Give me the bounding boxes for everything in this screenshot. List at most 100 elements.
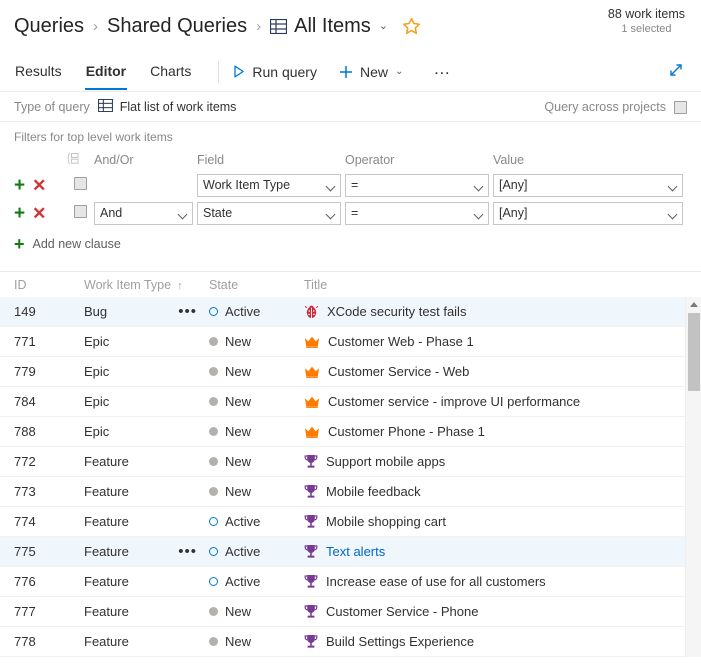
tab-results[interactable]: Results [14,53,63,90]
add-clause-icon[interactable]: + [14,204,25,223]
work-item-title-link[interactable]: Customer Phone - Phase 1 [328,424,485,439]
filter-operator-dropdown[interactable]: = [345,202,489,225]
cell-state: New [209,634,304,649]
new-label: New [359,63,388,80]
table-row[interactable]: 778 Feature New Build Settings Experience [0,627,701,657]
row-context-menu-button[interactable]: ••• [178,304,197,319]
favorite-star-icon[interactable] [402,16,422,36]
play-triangle-icon [233,65,245,78]
delete-clause-icon[interactable]: ✕ [32,177,46,194]
tab-editor[interactable]: Editor [84,53,128,90]
run-query-button[interactable]: Run query [233,64,317,80]
cell-id: 774 [14,514,36,529]
filter-row-actions: + ✕ [14,200,66,228]
filter-row-checkbox[interactable] [74,204,87,218]
work-item-title-link[interactable]: Mobile shopping cart [326,514,446,529]
results-grid-header: ID Work Item Type ↑ State Title [0,272,701,297]
table-row[interactable]: 777 Feature New Customer Service - Phone [0,597,701,627]
filter-row-group-cell [66,172,94,200]
cell-work-item-type-label: Epic [84,334,110,349]
scrollbar-thumb[interactable] [688,313,700,391]
state-indicator-icon [209,307,218,316]
work-item-title-link[interactable]: Support mobile apps [326,454,445,469]
new-work-item-button[interactable]: New ⌄ [339,64,403,80]
state-indicator-icon [209,337,218,346]
trophy-icon [304,634,318,649]
work-item-title-link[interactable]: Increase ease of use for all customers [326,574,546,589]
column-header-work-item-type[interactable]: Work Item Type ↑ [84,278,209,292]
crown-icon [304,395,320,409]
filter-field-dropdown[interactable]: Work Item Type [197,174,341,197]
work-item-title-link[interactable]: Text alerts [326,544,385,559]
column-header-id[interactable]: ID [14,278,84,292]
group-clauses-icon [66,152,79,168]
work-item-title-link[interactable]: Customer Web - Phase 1 [328,334,474,349]
table-row[interactable]: 149 Bug ••• Active XCode security test fails [0,297,701,327]
filter-andor-dropdown[interactable]: And [94,202,193,225]
filter-value-cell: [Any] [493,200,687,228]
cell-title: Text alerts [304,544,701,559]
cell-title: Mobile shopping cart [304,514,701,529]
cell-state: Active [209,304,304,319]
column-header-state[interactable]: State [209,278,304,292]
cell-state-label: New [225,424,252,439]
breadcrumb-queries[interactable]: Queries [14,15,84,38]
tab-charts[interactable]: Charts [149,53,192,90]
table-row[interactable]: 776 Feature Active Increase ease of use for… [0,567,701,597]
table-row[interactable]: 773 Feature New Mobile feedback [0,477,701,507]
work-item-title-link[interactable]: Mobile feedback [326,484,421,499]
table-row[interactable]: 788 Epic New Customer Phone - Phase 1 [0,417,701,447]
work-item-title-link[interactable]: Customer Service - Web [328,364,469,379]
filter-andor-cell [94,172,197,200]
filter-field-dropdown[interactable]: State [197,202,341,225]
work-item-count-selected: 1 selected [621,22,672,35]
table-row[interactable]: 779 Epic New Customer Service - Web [0,357,701,387]
chevron-down-icon[interactable]: ⌄ [395,66,403,77]
table-row[interactable]: 772 Feature New Support mobile apps [0,447,701,477]
cell-work-item-type: Feature ••• [84,544,209,559]
table-row[interactable]: 771 Epic New Customer Web - Phase 1 [0,327,701,357]
filter-value-dropdown[interactable]: [Any] [493,202,683,225]
more-commands-button[interactable]: … [433,60,452,83]
work-item-title-link[interactable]: XCode security test fails [327,304,466,319]
table-row[interactable]: 775 Feature ••• Active Text alerts [0,537,701,567]
work-item-title-link[interactable]: Build Settings Experience [326,634,474,649]
grid-icon [270,18,288,34]
work-item-title-link[interactable]: Customer Service - Phone [326,604,478,619]
delete-clause-icon[interactable]: ✕ [32,205,46,222]
state-indicator-icon [209,367,218,376]
cell-id: 779 [14,364,36,379]
breadcrumb-shared-queries[interactable]: Shared Queries [107,15,247,38]
cell-title: Customer Web - Phase 1 [304,334,701,349]
expand-full-screen-button[interactable] [667,61,685,84]
work-item-title-link[interactable]: Customer service - improve UI performanc… [328,394,580,409]
cell-state: Active [209,544,304,559]
cell-title: Increase ease of use for all customers [304,574,701,589]
chevron-down-icon[interactable]: ⌄ [379,19,388,32]
scroll-up-arrow-icon[interactable] [686,297,701,311]
filter-clause-row: + ✕ And State = [Any] [14,200,687,228]
column-header-title[interactable]: Title [304,278,701,292]
filter-operator-dropdown[interactable]: = [345,174,489,197]
breadcrumb-separator: › [93,17,99,35]
filter-row-checkbox[interactable] [74,176,87,190]
filter-operator-header: Operator [345,153,395,167]
trophy-icon [304,484,318,499]
filter-value-dropdown[interactable]: [Any] [493,174,683,197]
add-new-clause-button[interactable]: + Add new clause [14,235,687,253]
table-row[interactable]: 784 Epic New Customer service - improve UI … [0,387,701,417]
filter-value-cell: [Any] [493,172,687,200]
table-row[interactable]: 774 Feature Active Mobile shopping cart [0,507,701,537]
state-indicator-icon [209,427,218,436]
cell-title: Customer Phone - Phase 1 [304,424,701,439]
state-indicator-icon [209,607,218,616]
results-vertical-scrollbar[interactable] [685,297,701,657]
cell-work-item-type: Feature [84,514,209,529]
cell-work-item-type: Feature [84,484,209,499]
cell-state-label: Active [225,574,261,589]
query-across-projects-checkbox[interactable] [674,100,687,114]
add-clause-icon[interactable]: + [14,176,25,195]
row-context-menu-button[interactable]: ••• [178,544,197,559]
breadcrumb-current-query[interactable]: All Items ⌄ [270,15,388,38]
query-type-value[interactable]: Flat list of work items [97,99,236,114]
